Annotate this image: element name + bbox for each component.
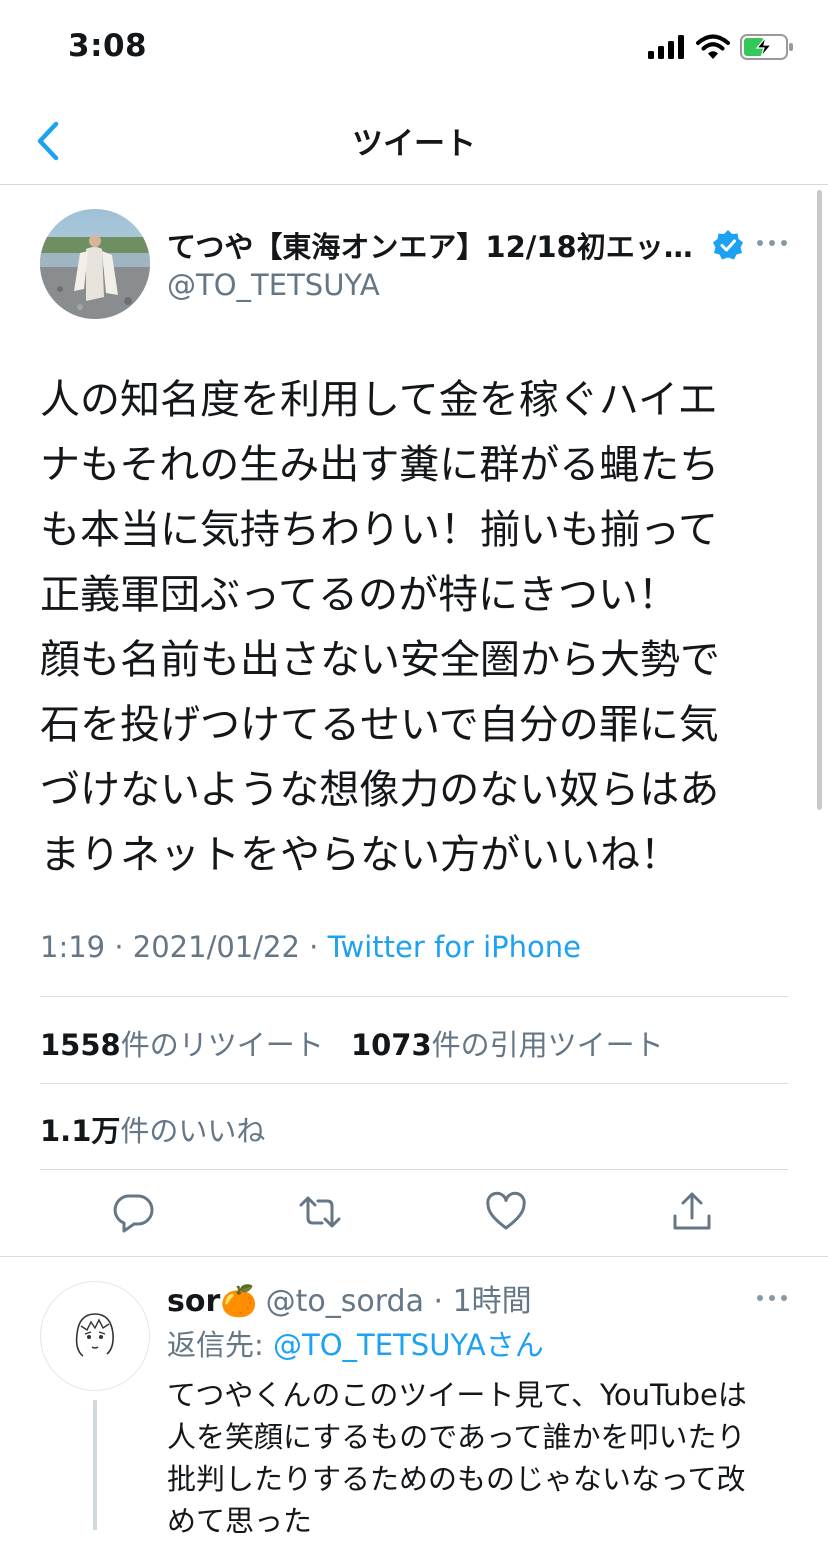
reply-author-name[interactable]: sor🍊 — [167, 1284, 258, 1319]
like-icon[interactable] — [484, 1190, 528, 1234]
author-avatar[interactable] — [40, 209, 150, 319]
avatar-sketch-image — [75, 1313, 114, 1357]
author-name[interactable]: てつや【東海オンエア】12/18初エッセイ発売 — [167, 224, 707, 266]
tweet-source-link[interactable]: Twitter for iPhone — [328, 930, 581, 964]
meta-separator: · — [105, 930, 133, 964]
reply-time: 1時間 — [452, 1284, 532, 1319]
likes-label: 件のいいね — [120, 1114, 266, 1148]
stats-row-likes: 1.1万件のいいね — [40, 1108, 265, 1150]
status-time: 3:08 — [68, 28, 148, 64]
cellular-signal-icon — [648, 35, 684, 59]
reply-text-line: 批判したりするためのものじゃないなって改 — [167, 1462, 746, 1496]
divider — [40, 1169, 788, 1170]
thread-connector — [93, 1400, 97, 1530]
tweet-text-line: 人の知名度を利用して金を稼ぐハイエ — [40, 377, 718, 423]
more-horizontal-icon[interactable] — [752, 1283, 792, 1313]
reply-text: てつやくんのこのツイート見て、YouTubeは 人を笑顔にするものであって誰かを… — [167, 1374, 787, 1542]
reply-avatar[interactable] — [40, 1281, 150, 1391]
tweet-text: 人の知名度を利用して金を稼ぐハイエ ナもそれの生み出す糞に群がる蝿たち も本当に… — [40, 368, 800, 888]
page-title: ツイート — [352, 126, 476, 162]
tweet-text-line: 顔も名前も出さない安全圏から大勢で — [40, 637, 720, 683]
reply-author-handle[interactable]: @to_sorda — [266, 1284, 424, 1319]
retweets-stat[interactable]: 1558件のリツイート — [40, 1028, 324, 1062]
reply-text-line: めて思った — [167, 1504, 313, 1538]
tweet-meta: 1:19 · 2021/01/22 · Twitter for iPhone — [40, 930, 581, 964]
quotes-label: 件の引用ツイート — [431, 1028, 664, 1062]
more-horizontal-icon[interactable] — [752, 228, 792, 258]
share-icon[interactable] — [670, 1190, 714, 1234]
status-icons — [648, 34, 794, 60]
reply-separator: · — [423, 1284, 453, 1319]
tweet-text-line: まりネットをやらない方がいいね！ — [40, 832, 680, 878]
retweets-count: 1558 — [40, 1028, 121, 1062]
tweet-text-line: 正義軍団ぶってるのが特にきつい！ — [40, 572, 678, 618]
nav-bar: ツイート — [0, 96, 828, 185]
battery-charging-icon — [740, 34, 793, 60]
retweet-icon[interactable] — [298, 1190, 342, 1234]
verified-badge-icon — [713, 230, 743, 260]
quotes-count: 1073 — [350, 1028, 432, 1062]
reply-header: sor🍊 @to_sorda · 1時間 — [167, 1276, 532, 1320]
status-bar: 3:08 — [0, 0, 828, 96]
reply-icon[interactable] — [112, 1190, 156, 1234]
tweet-action-bar — [0, 1176, 828, 1256]
quotes-stat[interactable]: 1073件の引用ツイート — [351, 1028, 664, 1062]
author-handle[interactable]: @TO_TETSUYA — [167, 268, 380, 302]
tweet-text-line: も本当に気持ちわりい！揃いも揃って — [40, 507, 718, 553]
reply-to-line: 返信先: @TO_TETSUYAさん — [167, 1322, 544, 1364]
reply-to-label: 返信先: — [167, 1328, 273, 1362]
tweet-time: 1:19 — [40, 930, 106, 964]
reply-text-line: てつやくんのこのツイート見て、YouTubeは — [167, 1378, 747, 1412]
reply-text-line: 人を笑顔にするものであって誰かを叩いたり — [167, 1420, 746, 1454]
divider — [0, 1256, 828, 1257]
tweet-date: 2021/01/22 — [132, 930, 300, 964]
tweet-text-line: づけないような想像力のない奴らはあ — [40, 767, 720, 813]
likes-stat[interactable]: 1.1万件のいいね — [40, 1114, 265, 1148]
meta-separator: · — [299, 930, 328, 964]
retweets-label: 件のリツイート — [120, 1028, 324, 1062]
divider — [40, 1083, 788, 1084]
tweet-text-line: ナもそれの生み出す糞に群がる蝿たち — [40, 442, 720, 488]
reply-to-mention[interactable]: @TO_TETSUYAさん — [273, 1328, 544, 1362]
wifi-icon — [696, 34, 730, 59]
avatar-image — [40, 209, 150, 319]
tweet-text-line: 石を投げつけてるせいで自分の罪に気 — [40, 702, 719, 748]
likes-count: 1.1万 — [40, 1114, 121, 1148]
divider — [40, 996, 788, 997]
stats-row-retweets: 1558件のリツイート 1073件の引用ツイート — [40, 1022, 664, 1064]
scrollbar[interactable] — [817, 190, 822, 810]
